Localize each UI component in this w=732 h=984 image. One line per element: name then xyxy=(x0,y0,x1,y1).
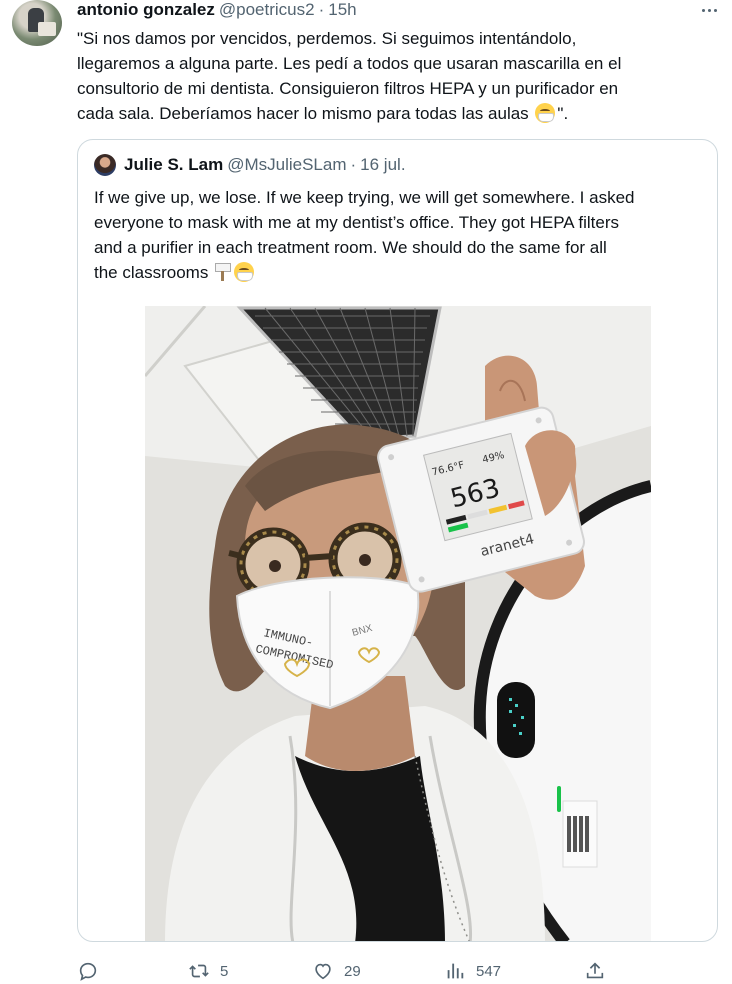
tweet-text: "Si nos damos por vencidos, perdemos. Si… xyxy=(77,26,717,126)
quote-photo[interactable]: IMMUNO- COMPROMISED BNX 76.6°F 49% 563 a… xyxy=(145,306,651,941)
tweet-actions: 5 29 547 xyxy=(77,958,637,984)
author-avatar[interactable] xyxy=(12,0,62,46)
like-button[interactable]: 29 xyxy=(312,958,361,984)
tweet-text-end: ". xyxy=(557,104,569,123)
views-count: 547 xyxy=(476,962,502,980)
tweet-text-line: consultorio de mi dentista. Consiguieron… xyxy=(77,79,619,98)
selfie-illustration: IMMUNO- COMPROMISED BNX 76.6°F 49% 563 a… xyxy=(145,306,651,941)
tweet-text-line: llegaremos a alguna parte. Les pedí a to… xyxy=(77,54,622,73)
retweet-button[interactable]: 5 xyxy=(188,958,228,984)
views-icon xyxy=(447,963,464,979)
quote-text-line-last: the classrooms xyxy=(94,263,209,282)
tweet-text-line-last: cada sala. Deberíamos hacer lo mismo par… xyxy=(77,104,529,123)
tweet-time[interactable]: 15h xyxy=(328,0,356,20)
signpost-emoji-icon xyxy=(215,263,232,281)
retweet-icon xyxy=(189,964,209,978)
quote-text-line: If we give up, we lose. If we keep tryin… xyxy=(94,188,635,207)
face-with-mask-emoji-icon xyxy=(234,262,255,282)
author-name[interactable]: antonio gonzalez xyxy=(77,0,215,20)
quote-text-line: and a purifier in each treatment room. W… xyxy=(94,238,607,257)
tweet-text-line: "Si nos damos por vencidos, perdemos. Si… xyxy=(77,29,577,48)
heart-icon xyxy=(315,963,331,980)
quote-text: If we give up, we lose. If we keep tryin… xyxy=(94,185,704,285)
reply-button[interactable] xyxy=(77,958,109,984)
quote-author-avatar[interactable] xyxy=(94,154,116,176)
face-with-mask-emoji-icon xyxy=(535,103,556,123)
header-separator: · xyxy=(318,0,325,19)
avatar-object xyxy=(38,22,56,36)
quote-author-handle[interactable]: @MsJulieSLam xyxy=(227,155,346,175)
share-button[interactable] xyxy=(584,958,606,984)
quote-author-name[interactable]: Julie S. Lam xyxy=(124,155,223,175)
more-options-icon[interactable] xyxy=(696,0,722,20)
retweet-count: 5 xyxy=(220,962,229,980)
quoted-tweet[interactable]: Julie S. Lam @MsJulieSLam · 16 jul. If w… xyxy=(77,139,718,942)
share-icon xyxy=(586,962,604,979)
reply-icon xyxy=(79,962,97,981)
views-button[interactable]: 547 xyxy=(444,958,501,984)
like-count: 29 xyxy=(344,962,361,980)
quote-header: Julie S. Lam @MsJulieSLam · 16 jul. xyxy=(94,153,406,177)
author-handle[interactable]: @poetricus2 xyxy=(219,0,315,20)
tweet-header: antonio gonzalez @poetricus2 · 15h xyxy=(77,0,357,22)
quote-separator: · xyxy=(350,155,357,174)
quote-text-line: the classrooms xyxy=(94,260,704,285)
tweet-text-line: cada sala. Deberíamos hacer lo mismo par… xyxy=(77,101,717,126)
quote-text-line: everyone to mask with me at my dentist’s… xyxy=(94,213,620,232)
quote-date[interactable]: 16 jul. xyxy=(360,155,405,175)
